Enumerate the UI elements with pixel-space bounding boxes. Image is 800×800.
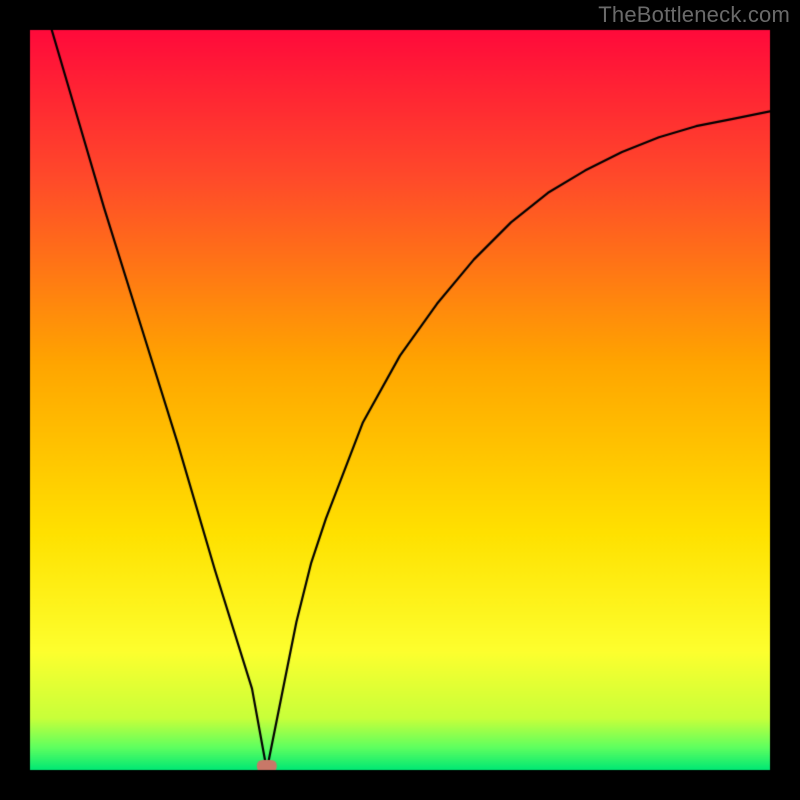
- watermark-text: TheBottleneck.com: [598, 2, 790, 28]
- chart-frame: TheBottleneck.com: [0, 0, 800, 800]
- bottleneck-chart-canvas: [0, 0, 800, 800]
